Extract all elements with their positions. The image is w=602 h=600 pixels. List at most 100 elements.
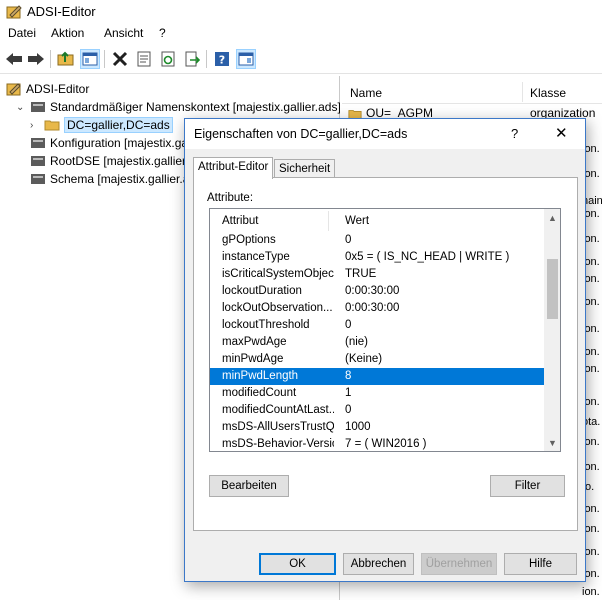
- attribute-row[interactable]: minPwdLength 8: [210, 368, 544, 385]
- attribute-name: msDS-Behavior-Version: [222, 438, 334, 450]
- export-icon[interactable]: [182, 49, 202, 69]
- attribute-row[interactable]: instanceType 0x5 = ( IS_NC_HEAD | WRITE ): [210, 249, 544, 266]
- attributes-label: Attribute:: [207, 192, 254, 204]
- attribute-row[interactable]: gPOptions 0: [210, 232, 544, 249]
- attribute-value: TRUE: [345, 268, 377, 280]
- tab-attribut-editor[interactable]: Attribut-Editor: [193, 157, 274, 179]
- tree-item-label: DC=gallier,DC=ads: [64, 117, 173, 133]
- tree-root-label: ADSI-Editor: [26, 82, 90, 96]
- attribute-row[interactable]: msDS-AllUsersTrustQ... 1000: [210, 419, 544, 436]
- tree-item-schema[interactable]: Schema [majestix.gallier.a: [30, 170, 189, 188]
- scroll-up-arrow-icon[interactable]: ▲: [544, 209, 560, 226]
- attribute-row[interactable]: modifiedCount 1: [210, 385, 544, 402]
- attribute-value: 1000: [345, 421, 371, 433]
- attribute-list-header: Attribut Wert: [210, 209, 544, 231]
- attribute-name: instanceType: [222, 251, 290, 263]
- refresh-icon[interactable]: [158, 49, 178, 69]
- toolbar-separator: [206, 50, 207, 68]
- tab-sicherheit[interactable]: Sicherheit: [274, 159, 336, 179]
- menu-aktion[interactable]: Aktion: [51, 26, 84, 40]
- toolbar-separator: [104, 50, 105, 68]
- attribute-value: 0: [345, 404, 352, 416]
- naming-context-icon: [31, 156, 45, 166]
- attribute-name: lockoutDuration: [222, 285, 302, 297]
- column-header-klasse[interactable]: Klasse: [530, 86, 566, 100]
- attribute-value: 0: [345, 234, 352, 246]
- attribute-row[interactable]: maxPwdAge (nie): [210, 334, 544, 351]
- adsi-editor-icon: [6, 83, 21, 96]
- attribute-row[interactable]: msDS-Behavior-Version 7 = ( WIN2016 ): [210, 436, 544, 451]
- attribute-value: 7 = ( WIN2016 ): [345, 438, 427, 450]
- attribute-value: 0:00:30:00: [345, 285, 400, 297]
- column-divider[interactable]: [328, 211, 329, 231]
- back-arrow-icon[interactable]: [4, 49, 24, 69]
- attribute-value: (nie): [345, 336, 369, 348]
- column-header-name[interactable]: Name: [350, 86, 382, 100]
- column-divider[interactable]: [522, 82, 523, 102]
- column-header-wert[interactable]: Wert: [345, 215, 369, 227]
- attribute-row[interactable]: isCriticalSystemObject TRUE: [210, 266, 544, 283]
- attribute-name: lockOutObservation...: [222, 302, 333, 314]
- properties-dialog: Eigenschaften von DC=gallier,DC=ads ? ✕ …: [184, 118, 586, 582]
- tree-item-selected-domain[interactable]: › DC=gallier,DC=ads: [30, 116, 173, 134]
- column-header-attribut[interactable]: Attribut: [222, 215, 258, 227]
- delete-icon[interactable]: [110, 49, 130, 69]
- tree-item-label: Konfiguration [majestix.ga: [50, 136, 189, 150]
- tree-item-label: Standardmäßiger Namenskontext [majestix.…: [50, 100, 341, 114]
- uebernehmen-button[interactable]: Übernehmen: [421, 553, 497, 575]
- scrollbar-thumb[interactable]: [547, 259, 558, 319]
- attribute-name: isCriticalSystemObject: [222, 268, 334, 280]
- collapsed-chevron-icon[interactable]: ›: [30, 120, 40, 131]
- menu-help[interactable]: ?: [159, 26, 166, 40]
- attribute-list[interactable]: Attribut Wert gPOptions 0 instanceType 0x5 …: [209, 208, 561, 452]
- attribute-name: minPwdLength: [222, 370, 299, 382]
- svg-text:?: ?: [219, 54, 225, 67]
- filter-button[interactable]: Filter: [490, 475, 565, 497]
- attribute-list-scrollbar[interactable]: ▲ ▼: [544, 209, 560, 451]
- bearbeiten-button[interactable]: Bearbeiten: [209, 475, 289, 497]
- attribute-row[interactable]: lockoutThreshold 0: [210, 317, 544, 334]
- tree-item-rootdse[interactable]: RootDSE [majestix.gallier.ads: [30, 152, 208, 170]
- attribute-row[interactable]: minPwdAge (Keine): [210, 351, 544, 368]
- up-folder-icon[interactable]: [56, 49, 76, 69]
- attribute-name: lockoutThreshold: [222, 319, 310, 331]
- show-hide-tree-icon[interactable]: [80, 49, 100, 69]
- tab-page-attribut-editor: Attribute: Attribut Wert gPOptions 0 insta…: [193, 177, 578, 531]
- hilfe-button[interactable]: Hilfe: [504, 553, 577, 575]
- list-header: Name Klasse: [342, 76, 602, 104]
- dialog-close-button[interactable]: ✕: [555, 124, 568, 142]
- toolbar: ?: [0, 44, 602, 74]
- tree-root[interactable]: ADSI-Editor: [6, 80, 89, 98]
- forward-arrow-icon[interactable]: [26, 49, 46, 69]
- attribute-row[interactable]: lockOutObservation... 0:00:30:00: [210, 300, 544, 317]
- menu-ansicht[interactable]: Ansicht: [104, 26, 143, 40]
- attribute-row[interactable]: modifiedCountAtLast... 0: [210, 402, 544, 419]
- tree-item-label: Schema [majestix.gallier.a: [50, 172, 190, 186]
- abbrechen-button[interactable]: Abbrechen: [343, 553, 414, 575]
- attribute-value: (Keine): [345, 353, 383, 365]
- attribute-name: maxPwdAge: [222, 336, 287, 348]
- scroll-down-arrow-icon[interactable]: ▼: [544, 434, 560, 451]
- toolbar-separator: [50, 50, 51, 68]
- menu-bar: Datei Aktion Ansicht ?: [0, 24, 602, 43]
- expanded-chevron-icon[interactable]: ⌄: [16, 102, 26, 113]
- dialog-help-button[interactable]: ?: [511, 126, 518, 141]
- properties-icon[interactable]: [134, 49, 154, 69]
- attribute-value: 1: [345, 387, 352, 399]
- show-action-pane-icon[interactable]: [236, 49, 256, 69]
- adsi-editor-icon: [6, 5, 22, 19]
- attribute-name: msDS-AllUsersTrustQ...: [222, 421, 334, 433]
- tree-item-configuration[interactable]: Konfiguration [majestix.ga: [30, 134, 188, 152]
- dialog-title: Eigenschaften von DC=gallier,DC=ads: [194, 127, 408, 141]
- attribute-name: modifiedCountAtLast...: [222, 404, 334, 416]
- tree-item-naming-context[interactable]: ⌄ Standardmäßiger Namenskontext [majesti…: [16, 98, 341, 116]
- attribute-row[interactable]: lockoutDuration 0:00:30:00: [210, 283, 544, 300]
- help-icon[interactable]: ?: [212, 49, 232, 69]
- attribute-value: 0:00:30:00: [345, 302, 400, 314]
- naming-context-icon: [31, 102, 45, 112]
- dialog-title-bar: Eigenschaften von DC=gallier,DC=ads ? ✕: [185, 119, 585, 149]
- ok-button[interactable]: OK: [259, 553, 336, 575]
- menu-datei[interactable]: Datei: [8, 26, 36, 40]
- attribute-name: gPOptions: [222, 234, 276, 246]
- attribute-name: minPwdAge: [222, 353, 284, 365]
